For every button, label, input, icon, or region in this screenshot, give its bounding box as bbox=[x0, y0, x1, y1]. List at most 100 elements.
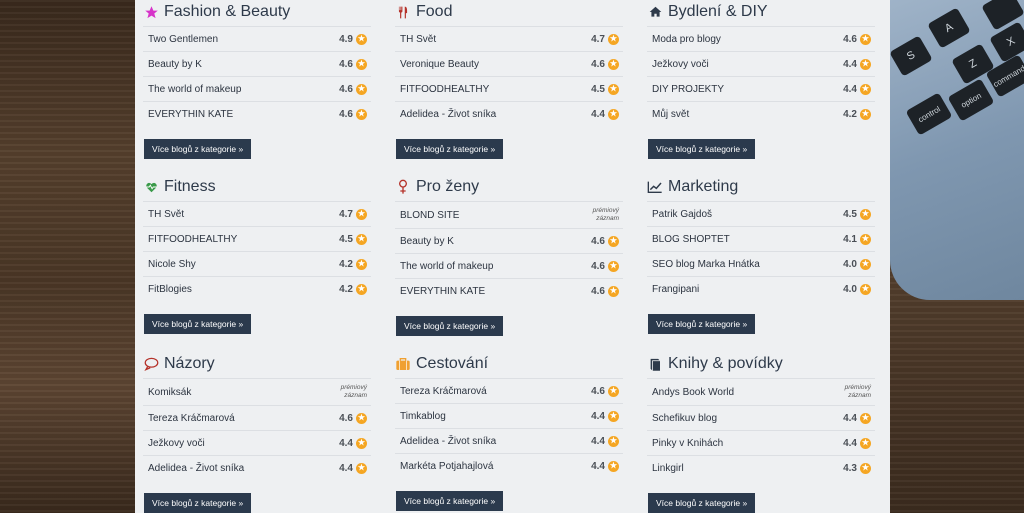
more-blogs-button[interactable]: Více blogů z kategorie » bbox=[396, 139, 504, 159]
blog-name[interactable]: BLOG SHOPTET bbox=[652, 234, 730, 245]
female-icon bbox=[395, 179, 411, 195]
rating-star-icon: ★ bbox=[608, 260, 619, 272]
rating-star-icon: ★ bbox=[356, 208, 367, 220]
blog-row[interactable]: Patrik Gajdoš 4.5 ★ bbox=[647, 201, 875, 226]
blog-name[interactable]: Patrik Gajdoš bbox=[652, 209, 712, 220]
blog-row[interactable]: DIY PROJEKTY 4.4 ★ bbox=[647, 76, 875, 101]
blog-name[interactable]: Ježkovy voči bbox=[652, 59, 709, 70]
blog-row[interactable]: Beauty by K 4.6 ★ bbox=[143, 51, 371, 76]
more-blogs-button[interactable]: Více blogů z kategorie » bbox=[396, 316, 504, 336]
blog-name[interactable]: Frangipani bbox=[652, 284, 699, 295]
blog-row[interactable]: EVERYTHIN KATE 4.6 ★ bbox=[143, 101, 371, 126]
blog-row[interactable]: FITFOODHEALTHY 4.5 ★ bbox=[395, 76, 623, 101]
blog-name[interactable]: Schefikuv blog bbox=[652, 413, 717, 424]
more-blogs-button[interactable]: Více blogů z kategorie » bbox=[144, 139, 252, 159]
blog-name[interactable]: FITFOODHEALTHY bbox=[148, 234, 237, 245]
blog-row[interactable]: Ježkovy voči 4.4 ★ bbox=[647, 51, 875, 76]
blog-row[interactable]: Adelidea - Život sníka 4.4 ★ bbox=[143, 455, 371, 480]
blog-name[interactable]: FitBlogies bbox=[148, 284, 192, 295]
blog-row[interactable]: Tereza Kráčmarová 4.6 ★ bbox=[395, 378, 623, 403]
blog-name[interactable]: BLOND SITE bbox=[400, 210, 459, 221]
blog-name[interactable]: Moda pro blogy bbox=[652, 34, 721, 45]
category-opinions: Názory Komiksák prémiový záznam Tereza Kr… bbox=[143, 352, 371, 513]
blog-name[interactable]: Two Gentlemen bbox=[148, 34, 218, 45]
blog-rating: 4.6 bbox=[339, 58, 353, 70]
rating-star-icon: ★ bbox=[860, 462, 871, 474]
blog-name[interactable]: Tereza Kráčmarová bbox=[148, 413, 235, 424]
blog-name[interactable]: EVERYTHIN KATE bbox=[148, 109, 233, 120]
more-blogs-button[interactable]: Více blogů z kategorie » bbox=[648, 493, 756, 513]
rating-star-icon: ★ bbox=[356, 108, 367, 120]
blog-name[interactable]: The world of makeup bbox=[400, 261, 493, 272]
blog-rating: 4.4 bbox=[591, 435, 605, 447]
comment-icon bbox=[143, 356, 159, 372]
blog-row[interactable]: Moda pro blogy 4.6 ★ bbox=[647, 26, 875, 51]
blog-name[interactable]: Veronique Beauty bbox=[400, 59, 479, 70]
book-icon bbox=[647, 356, 663, 372]
blog-row[interactable]: Ježkovy voči 4.4 ★ bbox=[143, 430, 371, 455]
blog-row[interactable]: Linkgirl 4.3 ★ bbox=[647, 455, 875, 480]
premium-label: prémiový záznam bbox=[844, 384, 871, 399]
blog-name[interactable]: FITFOODHEALTHY bbox=[400, 84, 489, 95]
more-blogs-button[interactable]: Více blogů z kategorie » bbox=[144, 314, 252, 334]
blog-row[interactable]: Markéta Potjahajlová 4.4 ★ bbox=[395, 453, 623, 478]
blog-name[interactable]: Můj svět bbox=[652, 109, 689, 120]
blog-name[interactable]: Adelidea - Život sníka bbox=[148, 463, 244, 474]
blog-row[interactable]: Komiksák prémiový záznam bbox=[143, 378, 371, 405]
blog-row[interactable]: Nicole Shy 4.2 ★ bbox=[143, 251, 371, 276]
blog-row[interactable]: Pinky v Knihách 4.4 ★ bbox=[647, 430, 875, 455]
blog-row[interactable]: Beauty by K 4.6 ★ bbox=[395, 228, 623, 253]
blog-name[interactable]: Andys Book World bbox=[652, 387, 734, 398]
blog-name[interactable]: Pinky v Knihách bbox=[652, 438, 723, 449]
blog-row[interactable]: Můj svět 4.2 ★ bbox=[647, 101, 875, 126]
blog-row[interactable]: SEO blog Marka Hnátka 4.0 ★ bbox=[647, 251, 875, 276]
blog-row[interactable]: TH Svět 4.7 ★ bbox=[395, 26, 623, 51]
blog-rating: 4.6 bbox=[339, 412, 353, 424]
blog-name[interactable]: TH Svět bbox=[400, 34, 436, 45]
blog-row[interactable]: TH Svět 4.7 ★ bbox=[143, 201, 371, 226]
rating-star-icon: ★ bbox=[608, 285, 619, 297]
more-blogs-button[interactable]: Více blogů z kategorie » bbox=[648, 139, 756, 159]
blog-name[interactable]: SEO blog Marka Hnátka bbox=[652, 259, 760, 270]
blog-rating: 4.6 bbox=[591, 235, 605, 247]
blog-row[interactable]: Timkablog 4.4 ★ bbox=[395, 403, 623, 428]
blog-row[interactable]: Veronique Beauty 4.6 ★ bbox=[395, 51, 623, 76]
blog-row[interactable]: Adelidea - Život sníka 4.4 ★ bbox=[395, 101, 623, 126]
blog-name[interactable]: Adelidea - Život sníka bbox=[400, 109, 496, 120]
blog-row[interactable]: Frangipani 4.0 ★ bbox=[647, 276, 875, 301]
blog-row[interactable]: BLOG SHOPTET 4.1 ★ bbox=[647, 226, 875, 251]
blog-row[interactable]: Andys Book World prémiový záznam bbox=[647, 378, 875, 405]
blog-name[interactable]: Tereza Kráčmarová bbox=[400, 386, 487, 397]
more-blogs-button[interactable]: Více blogů z kategorie » bbox=[396, 491, 504, 511]
blog-name[interactable]: Adelidea - Život sníka bbox=[400, 436, 496, 447]
blog-row[interactable]: FITFOODHEALTHY 4.5 ★ bbox=[143, 226, 371, 251]
blog-name[interactable]: TH Svět bbox=[148, 209, 184, 220]
key: S bbox=[889, 35, 933, 77]
blog-rating: 4.6 bbox=[591, 285, 605, 297]
blog-name[interactable]: Linkgirl bbox=[652, 463, 684, 474]
blog-name[interactable]: Markéta Potjahajlová bbox=[400, 461, 493, 472]
blog-name[interactable]: Timkablog bbox=[400, 411, 446, 422]
blog-name[interactable]: EVERYTHIN KATE bbox=[400, 286, 485, 297]
blog-row[interactable]: EVERYTHIN KATE 4.6 ★ bbox=[395, 278, 623, 303]
more-blogs-button[interactable]: Více blogů z kategorie » bbox=[648, 314, 756, 334]
blog-row[interactable]: BLOND SITE prémiový záznam bbox=[395, 201, 623, 228]
cutlery-icon bbox=[395, 4, 411, 20]
blog-row[interactable]: Two Gentlemen 4.9 ★ bbox=[143, 26, 371, 51]
blog-rating: 4.0 bbox=[843, 283, 857, 295]
blog-name[interactable]: The world of makeup bbox=[148, 84, 241, 95]
blog-row[interactable]: The world of makeup 4.6 ★ bbox=[395, 253, 623, 278]
blog-name[interactable]: Beauty by K bbox=[148, 59, 202, 70]
blog-row[interactable]: The world of makeup 4.6 ★ bbox=[143, 76, 371, 101]
blog-name[interactable]: Beauty by K bbox=[400, 236, 454, 247]
blog-name[interactable]: Komiksák bbox=[148, 387, 191, 398]
blog-row[interactable]: FitBlogies 4.2 ★ bbox=[143, 276, 371, 301]
blog-rating: 4.4 bbox=[591, 410, 605, 422]
more-blogs-button[interactable]: Více blogů z kategorie » bbox=[144, 493, 252, 513]
blog-row[interactable]: Schefikuv blog 4.4 ★ bbox=[647, 405, 875, 430]
blog-name[interactable]: Nicole Shy bbox=[148, 259, 196, 270]
blog-name[interactable]: DIY PROJEKTY bbox=[652, 84, 724, 95]
blog-row[interactable]: Adelidea - Život sníka 4.4 ★ bbox=[395, 428, 623, 453]
blog-row[interactable]: Tereza Kráčmarová 4.6 ★ bbox=[143, 405, 371, 430]
blog-name[interactable]: Ježkovy voči bbox=[148, 438, 205, 449]
